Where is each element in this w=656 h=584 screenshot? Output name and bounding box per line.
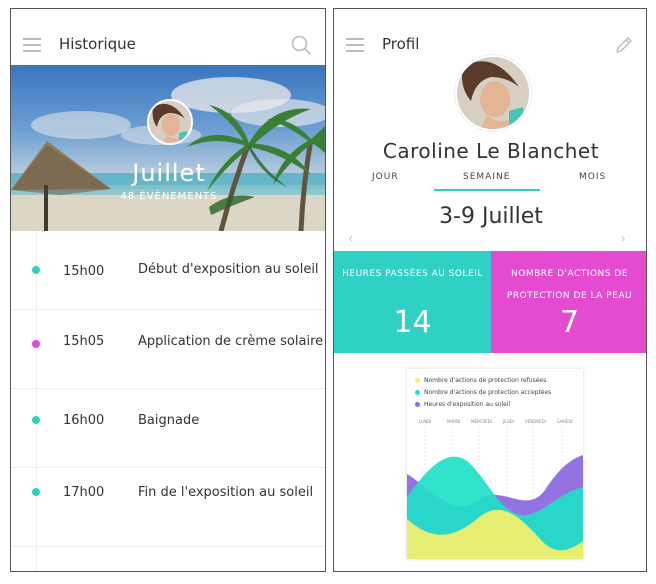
hamburger-icon[interactable] (346, 38, 364, 52)
event-label: Application de crème solaire (138, 334, 324, 349)
stat-label: NOMBRE D'ACTIONS DE PROTECTION DE LA PEA… (506, 269, 633, 301)
chevron-left-icon[interactable]: ‹ (348, 231, 354, 247)
avatar[interactable] (147, 99, 193, 145)
event-dot (32, 266, 40, 274)
profile-avatar[interactable] (455, 55, 531, 131)
date-range: 3-9 Juillet (439, 204, 543, 229)
timeline-item[interactable]: 15h05 Application de crème solaire (11, 310, 325, 389)
beach-photo (11, 65, 325, 231)
tab-mois[interactable]: MOIS (579, 172, 606, 182)
event-label: Fin de l'exposition au soleil (138, 485, 314, 500)
profile-name: Caroline Le Blanchet (382, 139, 600, 163)
woman-photo (457, 57, 529, 129)
month-hero: Juillet 48 ÉVÈNEMENTS (11, 65, 325, 231)
hamburger-icon[interactable] (23, 38, 41, 52)
weekly-chart: Nombre d'actions de protection refusées … (407, 369, 583, 559)
history-screen: Historique Juillet 48 ÉVÈNEMENTS 15h00 D… (10, 8, 326, 572)
events-count: 48 ÉVÈNEMENTS (120, 191, 218, 202)
pencil-icon[interactable] (614, 35, 634, 55)
event-label: Baignade (138, 413, 200, 428)
stat-value: 14 (393, 305, 432, 340)
profile-screen: Profil Caroline Le Blanchet JOUR SEMAINE… (333, 8, 647, 572)
event-label: Début d'exposition au soleil (138, 262, 319, 277)
tab-semaine[interactable]: SEMAINE (463, 172, 510, 182)
stat-label: HEURES PASSÉES AU SOLEIL (342, 269, 483, 279)
event-dot (32, 340, 40, 348)
area-chart (407, 427, 583, 559)
search-icon[interactable] (291, 35, 311, 55)
event-time: 15h05 (63, 334, 105, 349)
page-title: Profil (382, 35, 420, 53)
chevron-right-icon[interactable]: › (620, 231, 626, 247)
timeline-item[interactable]: 15h00 Début d'exposition au soleil (11, 231, 325, 310)
month-title: Juillet (132, 159, 206, 187)
event-time: 16h00 (63, 413, 105, 428)
event-time: 15h00 (63, 264, 105, 279)
stat-value: 7 (559, 305, 580, 340)
event-dot (32, 488, 40, 496)
stat-protection-actions: NOMBRE D'ACTIONS DE PROTECTION DE LA PEA… (491, 251, 646, 353)
stat-hours-sun: HEURES PASSÉES AU SOLEIL 14 (334, 251, 491, 353)
event-dot (32, 416, 40, 424)
tab-jour[interactable]: JOUR (372, 172, 399, 182)
event-time: 17h00 (63, 485, 105, 500)
page-title: Historique (59, 35, 136, 53)
woman-photo (149, 101, 191, 143)
timeline-item[interactable]: 16h00 Baignade (11, 389, 325, 468)
timeline-item[interactable]: 17h00 Fin de l'exposition au soleil (11, 468, 325, 547)
active-tab-indicator (434, 189, 540, 191)
